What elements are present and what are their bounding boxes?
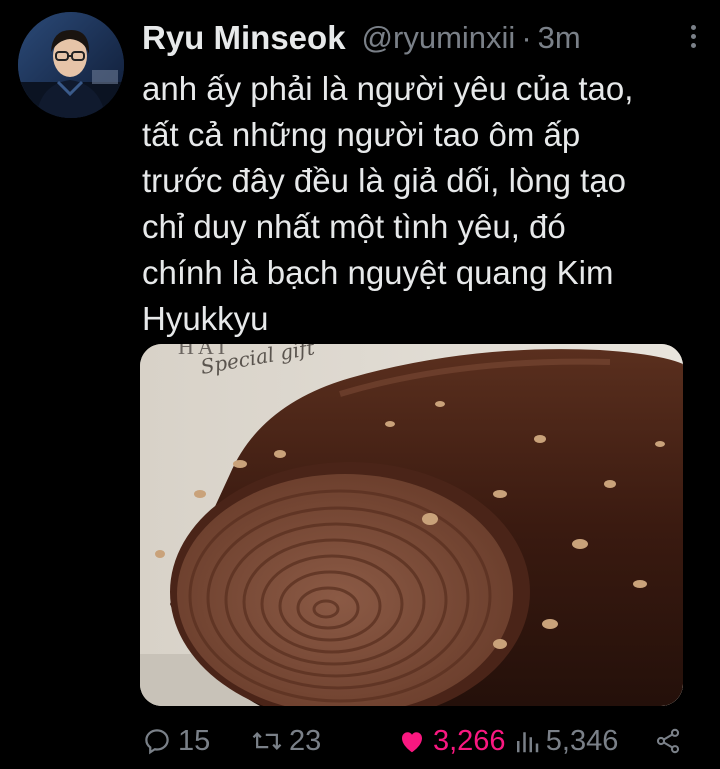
retweet-button[interactable]: 23 [251,725,397,758]
retweet-count: 23 [289,724,322,757]
reply-count: 15 [178,724,211,757]
like-count: 3,266 [432,724,506,757]
author-name[interactable]: Ryu Minseok [142,19,346,57]
tweet-text: anh ấy phải là người yêu của tao, tất cả… [142,70,634,337]
more-icon[interactable] [686,22,700,54]
tweet[interactable]: Ryu Minseok @ryuminxii · 3m anh ấy phải … [0,0,720,769]
views-count: 5,346 [545,724,619,757]
action-bar: 15 23 3,266 5,346 [142,718,682,764]
share-icon [656,728,680,754]
tweet-header: Ryu Minseok @ryuminxii · 3m [142,14,700,62]
retweet-icon [252,732,282,750]
views-button[interactable]: 5,346 [514,725,650,758]
timestamp[interactable]: 3m [538,20,581,56]
separator-dot: · [521,20,532,55]
heart-icon [401,732,422,753]
reply-icon [145,729,169,755]
author-handle[interactable]: @ryuminxii [362,20,516,56]
tweet-image[interactable]: HAI Special gift [140,344,683,706]
share-button[interactable] [654,726,682,756]
avatar[interactable] [18,12,124,118]
reply-button[interactable]: 15 [142,725,251,758]
analytics-icon [516,732,539,753]
like-button[interactable]: 3,266 [397,725,514,758]
